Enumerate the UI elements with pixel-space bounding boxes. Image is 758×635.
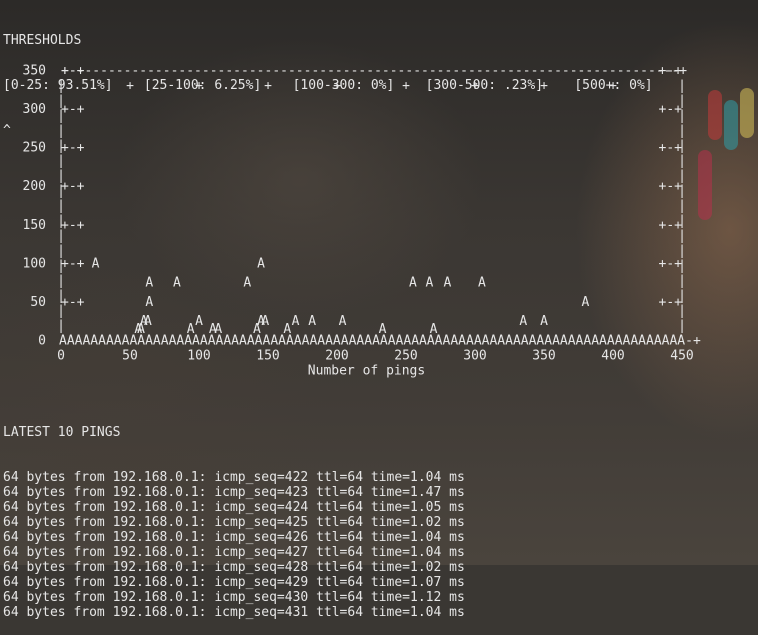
x-tick-label: 300 bbox=[463, 349, 486, 364]
data-point: A bbox=[195, 314, 203, 329]
chart-frame-right: | bbox=[678, 79, 686, 94]
x-tick-mark-top: + bbox=[195, 79, 203, 94]
ping-line: 64 bytes from 192.168.0.1: icmp_seq=427 … bbox=[3, 545, 465, 560]
x-tick-mark-top: + bbox=[471, 79, 479, 94]
y-tick-mark-right: +-+ bbox=[659, 218, 683, 233]
y-tick-label: 300 bbox=[23, 102, 46, 117]
x-tick-label: 0 bbox=[57, 349, 65, 364]
y-tick-label: 150 bbox=[23, 218, 46, 233]
x-tick-label: 200 bbox=[325, 349, 348, 364]
ping-line: 64 bytes from 192.168.0.1: icmp_seq=430 … bbox=[3, 590, 465, 605]
data-point: A bbox=[137, 322, 145, 337]
data-point: A bbox=[443, 276, 451, 291]
data-point: A bbox=[261, 314, 269, 329]
y-tick-label: 350 bbox=[23, 64, 46, 79]
chart-frame-right: | bbox=[678, 319, 686, 334]
ping-line: 64 bytes from 192.168.0.1: icmp_seq=424 … bbox=[3, 500, 465, 515]
x-tick-mark-top: + bbox=[402, 79, 410, 94]
x-tick-label: 350 bbox=[532, 349, 555, 364]
y-tick-mark: +-+ bbox=[61, 295, 85, 310]
chart-frame-right: | bbox=[678, 199, 686, 214]
y-tick-mark-right: +-+ bbox=[659, 64, 683, 79]
chart-frame-left: | bbox=[57, 274, 65, 289]
data-point: A bbox=[145, 295, 153, 310]
y-tick-mark: +-+ bbox=[61, 218, 85, 233]
chart-frame-left: | bbox=[57, 319, 65, 334]
y-tick-mark: +-+ bbox=[61, 179, 85, 194]
ping-line: 64 bytes from 192.168.0.1: icmp_seq=428 … bbox=[3, 560, 465, 575]
x-tick-label: 150 bbox=[256, 349, 279, 364]
data-point: A bbox=[478, 276, 486, 291]
chart-frame-left: | bbox=[57, 124, 65, 139]
data-point: A bbox=[243, 276, 251, 291]
x-tick-mark-top: + bbox=[264, 79, 272, 94]
thresholds-title: THRESHOLDS bbox=[3, 33, 82, 48]
x-tick-mark-top: + bbox=[333, 79, 341, 94]
x-tick-mark-top: + bbox=[126, 79, 134, 94]
x-tick-label: 450 bbox=[670, 349, 693, 364]
ping-lines: 64 bytes from 192.168.0.1: icmp_seq=422 … bbox=[3, 470, 465, 620]
ping-line: 64 bytes from 192.168.0.1: icmp_seq=431 … bbox=[3, 605, 465, 620]
chart-frame-left: | bbox=[57, 79, 65, 94]
data-point: A bbox=[292, 314, 300, 329]
y-tick-mark-right: +-+ bbox=[659, 179, 683, 194]
ping-line: 64 bytes from 192.168.0.1: icmp_seq=425 … bbox=[3, 515, 465, 530]
chart-frame-right: | bbox=[678, 274, 686, 289]
chart-frame-right: | bbox=[678, 124, 686, 139]
y-tick-mark-right: +-+ bbox=[659, 295, 683, 310]
y-tick-mark: +-+ bbox=[61, 141, 85, 156]
pings-title: LATEST 10 PINGS bbox=[3, 425, 121, 440]
chart-frame-top: +---------------------------------------… bbox=[61, 64, 687, 79]
y-tick-label: 100 bbox=[23, 256, 46, 271]
data-point: A bbox=[144, 314, 152, 329]
data-point: A bbox=[430, 322, 438, 337]
x-tick-label: 250 bbox=[394, 349, 417, 364]
data-point: A bbox=[253, 322, 261, 337]
x-axis-label: Number of pings bbox=[308, 364, 425, 379]
data-point: A bbox=[409, 276, 417, 291]
x-tick-label: 50 bbox=[122, 349, 138, 364]
y-tick-label: 0 bbox=[38, 334, 46, 349]
y-tick-mark: +-+ bbox=[61, 102, 85, 117]
x-tick-mark-top: + bbox=[540, 79, 548, 94]
y-tick-label: 50 bbox=[30, 295, 46, 310]
data-point: A bbox=[257, 256, 265, 271]
data-point: A bbox=[187, 322, 195, 337]
chart-frame-right: | bbox=[678, 154, 686, 169]
pings-section: LATEST 10 PINGS 64 bytes from 192.168.0.… bbox=[3, 395, 465, 635]
data-point: A bbox=[92, 256, 100, 271]
data-point: A bbox=[145, 276, 153, 291]
x-tick-label: 100 bbox=[187, 349, 210, 364]
x-tick-mark-top: + bbox=[609, 79, 617, 94]
chart-frame-left: | bbox=[57, 154, 65, 169]
ping-line: 64 bytes from 192.168.0.1: icmp_seq=429 … bbox=[3, 575, 465, 590]
chart-frame-left: | bbox=[57, 199, 65, 214]
y-tick-mark-right: +-+ bbox=[659, 256, 683, 271]
y-tick-mark-right: +-+ bbox=[659, 141, 683, 156]
data-point: A bbox=[540, 314, 548, 329]
ping-line: 64 bytes from 192.168.0.1: icmp_seq=423 … bbox=[3, 485, 465, 500]
y-tick-label: 200 bbox=[23, 179, 46, 194]
data-point: A bbox=[519, 314, 527, 329]
data-point: A bbox=[339, 314, 347, 329]
data-point: A bbox=[214, 322, 222, 337]
y-tick-mark-right: +-+ bbox=[659, 102, 683, 117]
data-point: A bbox=[308, 314, 316, 329]
data-point: A bbox=[426, 276, 434, 291]
ping-latency-chart: +---------------------------------------… bbox=[0, 63, 701, 393]
data-point: A bbox=[581, 295, 589, 310]
data-point: A bbox=[173, 276, 181, 291]
y-tick-label: 250 bbox=[23, 141, 46, 156]
x-tick-label: 400 bbox=[601, 349, 624, 364]
data-point: A bbox=[379, 322, 387, 337]
ping-line: 64 bytes from 192.168.0.1: icmp_seq=426 … bbox=[3, 530, 465, 545]
y-tick-mark: +-+ bbox=[61, 64, 85, 79]
data-point: A bbox=[283, 322, 291, 337]
chart-svg: +---------------------------------------… bbox=[23, 64, 701, 379]
y-tick-mark: +-+ bbox=[61, 256, 85, 271]
ping-line: 64 bytes from 192.168.0.1: icmp_seq=422 … bbox=[3, 470, 465, 485]
